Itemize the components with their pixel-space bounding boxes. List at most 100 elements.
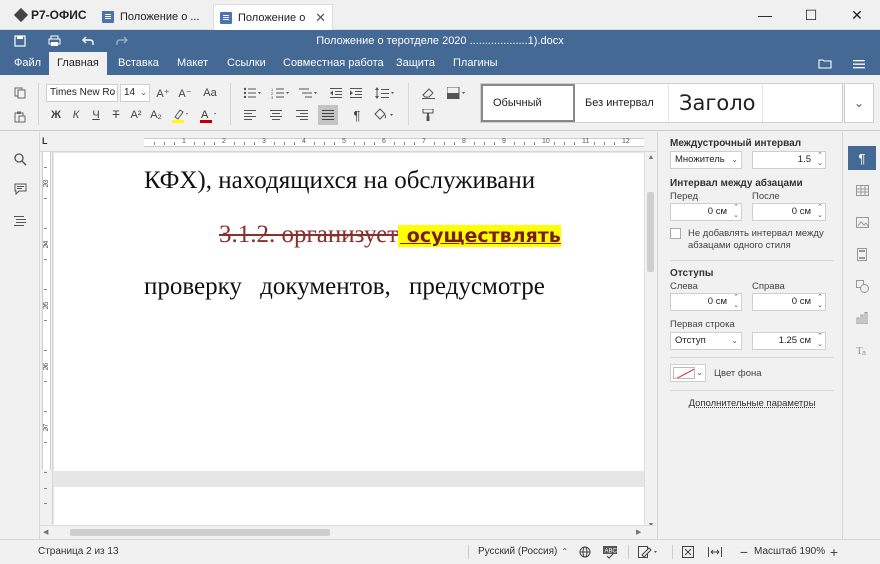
zoom-level[interactable]: Масштаб 190% (754, 540, 825, 564)
style-normal[interactable]: Обычный (481, 84, 575, 122)
table-settings-tab[interactable] (848, 178, 876, 202)
no-space-same-style-checkbox[interactable] (670, 228, 681, 239)
scroll-thumb[interactable] (647, 192, 654, 272)
shape-settings-tab[interactable] (848, 274, 876, 298)
spinner-icon[interactable]: ⌃ ⌄ (733, 294, 739, 310)
align-left-button[interactable] (240, 105, 260, 125)
document-language-button[interactable] (575, 542, 595, 562)
background-color-picker[interactable]: ⌄ (670, 364, 706, 382)
fit-width-button[interactable] (705, 542, 725, 562)
italic-button[interactable]: К (66, 105, 86, 125)
first-line-type-select[interactable]: Отступ ⌄ (670, 332, 742, 350)
indent-left-input[interactable]: 0 см ⌃ ⌄ (670, 293, 742, 311)
advanced-settings-link[interactable]: Дополнительные параметры (670, 398, 834, 409)
text-art-settings-tab[interactable]: Ta (848, 338, 876, 362)
numbered-list-button[interactable]: 123 (268, 83, 294, 103)
increase-indent-button[interactable] (346, 83, 366, 103)
line-spacing-button[interactable] (372, 83, 398, 103)
tab-document-2[interactable]: Положение о ... ✕ (213, 4, 333, 30)
document-page[interactable] (54, 487, 644, 527)
spinner-icon[interactable]: ⌃ ⌄ (733, 204, 739, 220)
menu-file[interactable]: Файл (6, 52, 49, 75)
fit-page-button[interactable] (678, 542, 698, 562)
comments-button[interactable] (8, 178, 32, 200)
decrease-indent-button[interactable] (326, 83, 346, 103)
menu-protection[interactable]: Защита (388, 52, 443, 75)
page-indicator[interactable]: Страница 2 из 13 (38, 540, 119, 564)
menu-plugins[interactable]: Плагины (445, 52, 506, 75)
multilevel-list-button[interactable] (296, 83, 322, 103)
justify-button[interactable] (318, 105, 338, 125)
save-button[interactable] (8, 30, 32, 52)
menu-collaboration[interactable]: Совместная работа (275, 52, 392, 75)
first-line-value-input[interactable]: 1.25 см ⌃ ⌄ (752, 332, 826, 350)
strikethrough-button[interactable]: Т (106, 105, 126, 125)
grow-font-button[interactable]: A⁺ (153, 83, 173, 103)
open-location-button[interactable] (810, 52, 840, 75)
search-button[interactable] (8, 148, 32, 170)
paste-button[interactable] (10, 107, 30, 127)
menu-layout[interactable]: Макет (169, 52, 216, 75)
scroll-left-icon[interactable]: ◀ (43, 526, 48, 539)
underline-button[interactable]: Ч (86, 105, 106, 125)
style-no-spacing[interactable]: Без интервал (575, 84, 669, 122)
maximize-button[interactable]: ☐ (788, 0, 834, 30)
line-spacing-value-input[interactable]: 1.5 ⌃ ⌄ (752, 151, 826, 169)
image-settings-tab[interactable] (848, 210, 876, 234)
style-heading-1[interactable]: Заголо (669, 84, 763, 122)
language-selector[interactable]: Русский (Россия) ⌃ (478, 540, 568, 564)
font-color-button[interactable]: A (196, 105, 220, 125)
align-center-button[interactable] (266, 105, 286, 125)
scroll-up-icon[interactable]: ▲ (645, 154, 656, 161)
clear-formatting-button[interactable] (418, 83, 438, 103)
horizontal-scrollbar[interactable]: ◀ ▶ (40, 525, 656, 539)
paragraph-settings-tab[interactable]: ¶ (848, 146, 876, 170)
align-right-button[interactable] (292, 105, 312, 125)
spinner-icon[interactable]: ⌃ ⌄ (817, 294, 823, 310)
color-scheme-button[interactable] (444, 83, 470, 103)
subscript-button[interactable]: A₂ (146, 105, 166, 125)
indent-right-input[interactable]: 0 см ⌃ ⌄ (752, 293, 826, 311)
menu-home[interactable]: Главная (49, 52, 107, 75)
spinner-icon[interactable]: ⌃ ⌄ (817, 204, 823, 220)
close-window-button[interactable]: ✕ (834, 0, 880, 30)
vertical-scrollbar[interactable]: ▲ ▼ (644, 152, 656, 532)
styles-expand-button[interactable]: ⌄ (844, 83, 874, 123)
navigation-button[interactable] (8, 210, 32, 232)
superscript-button[interactable]: A² (126, 105, 146, 125)
tab-stop-type-icon[interactable]: L (42, 136, 48, 146)
shrink-font-button[interactable]: A⁻ (175, 83, 195, 103)
track-changes-button[interactable] (636, 542, 662, 562)
highlight-color-button[interactable] (168, 105, 192, 125)
spacing-after-input[interactable]: 0 см ⌃ ⌄ (752, 203, 826, 221)
print-button[interactable] (42, 30, 66, 52)
vertical-ruler[interactable]: 23 24 25 26 27 (40, 152, 53, 532)
zoom-in-button[interactable]: + (824, 542, 844, 562)
scroll-right-icon[interactable]: ▶ (636, 526, 641, 539)
nonprinting-chars-button[interactable]: ¶ (346, 105, 368, 125)
scroll-thumb[interactable] (70, 529, 330, 536)
zoom-out-button[interactable]: − (734, 542, 754, 562)
paragraph-shading-button[interactable] (370, 105, 398, 125)
menu-references[interactable]: Ссылки (219, 52, 274, 75)
chart-settings-tab[interactable] (848, 306, 876, 330)
menu-hamburger-button[interactable] (844, 52, 874, 75)
document-page[interactable]: КФХ), находящихся на обслуживани 3.1.2. … (54, 153, 644, 471)
tab-close-icon[interactable]: ✕ (315, 10, 326, 26)
copy-style-button[interactable] (418, 105, 438, 125)
bullet-list-button[interactable] (240, 83, 266, 103)
copy-button[interactable] (10, 83, 30, 103)
bold-button[interactable]: Ж (46, 105, 66, 125)
font-size-select[interactable]: 14 ⌄ (120, 84, 150, 102)
spacing-before-input[interactable]: 0 см ⌃ ⌄ (670, 203, 742, 221)
font-name-select[interactable]: Times New Ro ⌄ (46, 84, 118, 102)
spinner-icon[interactable]: ⌃ ⌄ (817, 152, 823, 168)
spinner-icon[interactable]: ⌃ ⌄ (817, 333, 823, 349)
spellcheck-button[interactable]: ABC (600, 542, 620, 562)
line-spacing-type-select[interactable]: Множитель ⌄ (670, 151, 742, 169)
redo-button[interactable] (110, 30, 134, 52)
change-case-button[interactable]: Aa (198, 83, 222, 103)
header-footer-settings-tab[interactable] (848, 242, 876, 266)
menu-insert[interactable]: Вставка (110, 52, 167, 75)
undo-button[interactable] (76, 30, 100, 52)
